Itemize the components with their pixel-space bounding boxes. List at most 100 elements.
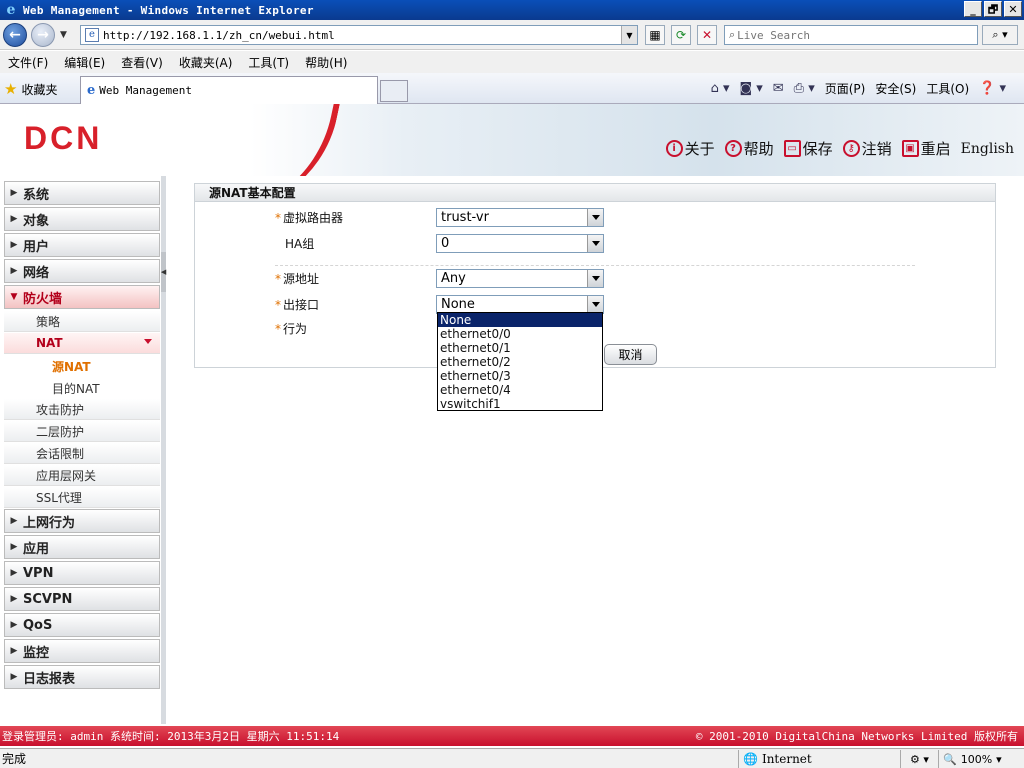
chevron-right-icon: ▶	[10, 516, 18, 526]
ha-group-select[interactable]: 0	[436, 233, 604, 253]
cmd-safety[interactable]: 安全(S)	[875, 80, 916, 97]
sidebar-item-internet-behavior[interactable]: ▶ 上网行为	[4, 509, 160, 533]
back-button[interactable]: ←	[3, 23, 27, 47]
sidebar-item-network[interactable]: ▶ 网络	[4, 259, 160, 283]
compatibility-icon[interactable]: ▦	[645, 25, 665, 45]
dropdown-arrow-icon[interactable]	[587, 234, 603, 252]
menu-view[interactable]: 查看(V)	[113, 54, 171, 71]
dropdown-arrow-icon[interactable]	[587, 208, 603, 226]
header-links: i 关于 ? 帮助 ▭ 保存 ⚷ 注销 ▣ 重启 English	[665, 138, 1014, 159]
sidebar-sub-l2-defense[interactable]: 二层防护	[4, 421, 160, 442]
sidebar-item-firewall[interactable]: ▼ 防火墙	[4, 285, 160, 309]
address-bar[interactable]: e http://192.168.1.1/zh_cn/webui.html ▼	[80, 25, 638, 45]
sidebar-item-objects[interactable]: ▶ 对象	[4, 207, 160, 231]
dropdown-option[interactable]: ethernet0/0	[438, 327, 602, 341]
search-button[interactable]: ⌕ ▾	[982, 25, 1018, 45]
virtual-router-label: * 虚拟路由器	[275, 209, 343, 226]
virtual-router-select[interactable]: trust-vr	[436, 207, 604, 227]
window-controls: _ 🗗 ✕	[964, 1, 1022, 17]
favorites-label: 收藏夹	[21, 82, 58, 97]
cmd-tools[interactable]: 工具(O)	[926, 80, 969, 97]
sidebar-subsub-dest-nat[interactable]: 目的NAT	[4, 377, 160, 399]
refresh-icon[interactable]: ⟳	[671, 25, 691, 45]
english-link[interactable]: English	[961, 141, 1014, 157]
row-virtual-router: * 虚拟路由器 trust-vr	[195, 206, 995, 228]
print-icon[interactable]: ⎙ ▾	[794, 81, 815, 96]
restore-button[interactable]: 🗗	[984, 1, 1002, 17]
protected-mode-button[interactable]: ⚙ ▾	[900, 750, 938, 768]
sidebar-item-monitor[interactable]: ▶ 监控	[4, 639, 160, 663]
logout-link[interactable]: ⚷ 注销	[842, 138, 892, 159]
row-source-address: * 源地址 Any	[195, 267, 995, 289]
sidebar-sub-nat[interactable]: NAT	[4, 333, 160, 354]
dropdown-option[interactable]: ethernet0/2	[438, 355, 602, 369]
menu-tools[interactable]: 工具(T)	[240, 54, 297, 71]
sidebar-sub-alg[interactable]: 应用层网关	[4, 465, 160, 486]
chevron-right-icon: ▶	[10, 672, 18, 682]
dropdown-arrow-icon[interactable]	[587, 295, 603, 313]
sidebar-item-label: 用户	[23, 239, 50, 255]
sidebar-subsub-source-nat[interactable]: 源NAT	[4, 355, 160, 377]
dropdown-option[interactable]: vswitchif1	[438, 397, 602, 411]
menu-help[interactable]: 帮助(H)	[297, 54, 355, 71]
sidebar-collapse-handle[interactable]: ◀	[161, 252, 166, 292]
source-address-select[interactable]: Any	[436, 268, 604, 288]
app-header: DCN i 关于 ? 帮助 ▭ 保存 ⚷ 注销 ▣ 重启 English	[0, 104, 1024, 176]
zoom-control[interactable]: 🔍 100% ▾	[938, 750, 1018, 768]
search-box[interactable]: ⌕	[724, 25, 978, 45]
required-marker: *	[275, 271, 281, 286]
star-icon: ★	[4, 80, 18, 98]
sidebar-item-system[interactable]: ▶ 系统	[4, 181, 160, 205]
chevron-right-icon: ▶	[10, 266, 18, 276]
stop-icon[interactable]: ✕	[697, 25, 717, 45]
feeds-icon[interactable]: ◙ ▾	[739, 81, 762, 96]
cancel-button[interactable]: 取消	[604, 344, 657, 365]
egress-interface-select[interactable]: None	[436, 294, 604, 314]
about-link[interactable]: i 关于	[665, 138, 715, 159]
sidebar-item-log-report[interactable]: ▶ 日志报表	[4, 665, 160, 689]
sidebar-item-application[interactable]: ▶ 应用	[4, 535, 160, 559]
menu-favorites[interactable]: 收藏夹(A)	[171, 54, 241, 71]
chevron-right-icon: ▶	[10, 568, 18, 578]
security-zone[interactable]: 🌐 Internet	[738, 750, 900, 768]
forward-button[interactable]: →	[31, 23, 55, 47]
sidebar-sub-ssl-proxy[interactable]: SSL代理	[4, 487, 160, 508]
help-link[interactable]: ? 帮助	[724, 138, 774, 159]
dropdown-option[interactable]: ethernet0/3	[438, 369, 602, 383]
new-tab-button[interactable]	[380, 80, 408, 102]
sidebar-sub-policy[interactable]: 策略	[4, 311, 160, 332]
sidebar-item-scvpn[interactable]: ▶ SCVPN	[4, 587, 160, 611]
mail-icon[interactable]: ✉	[773, 81, 784, 96]
history-dropdown-icon[interactable]: ▼	[60, 30, 67, 40]
question-icon: ?	[724, 140, 742, 157]
dropdown-option[interactable]: ethernet0/1	[438, 341, 602, 355]
favorites-button[interactable]: ★ 收藏夹	[4, 80, 57, 98]
key-icon: ⚷	[842, 140, 860, 157]
required-marker: *	[275, 321, 281, 336]
close-button[interactable]: ✕	[1004, 1, 1022, 17]
menu-file[interactable]: 文件(F)	[0, 54, 56, 71]
address-dropdown-button[interactable]: ▼	[621, 26, 637, 44]
dropdown-option[interactable]: None	[438, 313, 602, 327]
home-icon[interactable]: ⌂ ▾	[711, 81, 730, 96]
save-link[interactable]: ▭ 保存	[783, 138, 833, 159]
sidebar-item-users[interactable]: ▶ 用户	[4, 233, 160, 257]
dropdown-arrow-icon[interactable]	[587, 269, 603, 287]
cmd-page[interactable]: 页面(P)	[825, 80, 866, 97]
browser-tab[interactable]: e Web Management	[80, 76, 378, 104]
menu-edit[interactable]: 编辑(E)	[56, 54, 113, 71]
reboot-link[interactable]: ▣ 重启	[901, 138, 951, 159]
sidebar-item-vpn[interactable]: ▶ VPN	[4, 561, 160, 585]
save-label: 保存	[802, 140, 833, 158]
help-icon[interactable]: ❓ ▾	[979, 81, 1006, 96]
chevron-right-icon: ▶	[10, 646, 18, 656]
sidebar-sub-attack-defense[interactable]: 攻击防护	[4, 399, 160, 420]
sidebar-sub-session-limit[interactable]: 会话限制	[4, 443, 160, 464]
sidebar-item-qos[interactable]: ▶ QoS	[4, 613, 160, 637]
source-address-label-text: 源地址	[283, 271, 320, 286]
chevron-down-icon: ▾	[996, 752, 1002, 766]
address-url[interactable]: http://192.168.1.1/zh_cn/webui.html	[103, 29, 335, 42]
search-input[interactable]	[737, 28, 958, 42]
dropdown-option[interactable]: ethernet0/4	[438, 383, 602, 397]
minimize-button[interactable]: _	[964, 1, 982, 17]
